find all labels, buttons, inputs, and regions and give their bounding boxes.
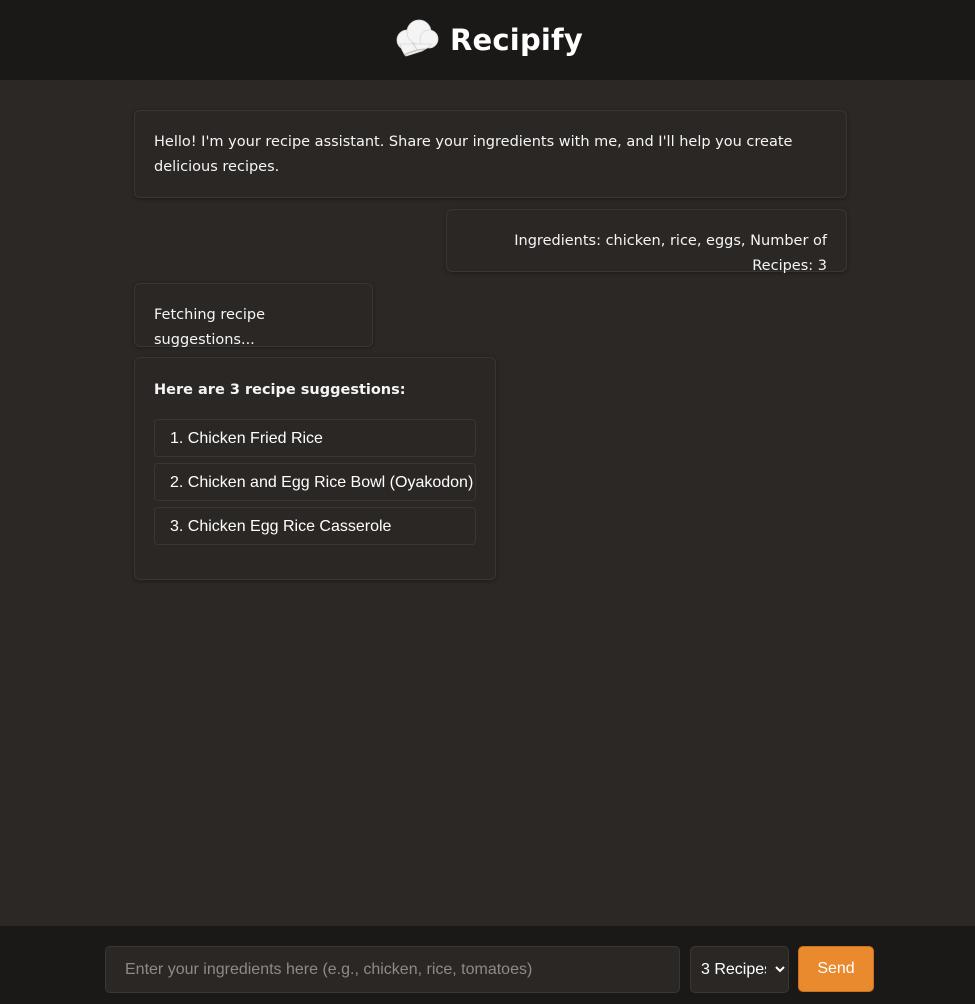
recipify-app: Recipify Hello! I'm your recipe assistan…	[0, 0, 975, 1004]
recipes-heading: Here are 3 recipe suggestions:	[154, 382, 406, 398]
ingredients-input[interactable]	[105, 946, 680, 993]
recipe-list: 1. Chicken Fried Rice 2. Chicken and Egg…	[154, 419, 476, 545]
app-title: Recipify	[450, 23, 583, 57]
chef-hat-icon	[396, 19, 439, 57]
recipe-count-select[interactable]: 3 Recipes	[690, 946, 789, 993]
chat-area[interactable]: Hello! I'm your recipe assistant. Share …	[0, 80, 975, 926]
welcome-text: Hello! I'm your recipe assistant. Share …	[154, 134, 793, 175]
recipe-item-oyakodon[interactable]: 2. Chicken and Egg Rice Bowl (Oyakodon)	[154, 463, 476, 501]
brand: Recipify	[392, 18, 583, 62]
recipe-item-casserole[interactable]: 3. Chicken Egg Rice Casserole	[154, 507, 476, 545]
bot-welcome-message: Hello! I'm your recipe assistant. Share …	[134, 110, 847, 198]
send-button[interactable]: Send	[798, 946, 874, 992]
fetching-text: Fetching recipe suggestions...	[154, 307, 266, 348]
app-header: Recipify	[0, 0, 975, 80]
user-message: Ingredients: chicken, rice, eggs, Number…	[446, 209, 847, 274]
recipe-item-chicken-fried-rice[interactable]: 1. Chicken Fried Rice	[154, 419, 476, 457]
bot-recipes-message: Here are 3 recipe suggestions: 1. Chicke…	[134, 357, 496, 580]
bot-fetching-message: Fetching recipe suggestions...	[134, 283, 373, 348]
input-bar: 3 Recipes Send	[0, 926, 975, 1004]
user-request-text: Ingredients: chicken, rice, eggs, Number…	[514, 233, 827, 274]
